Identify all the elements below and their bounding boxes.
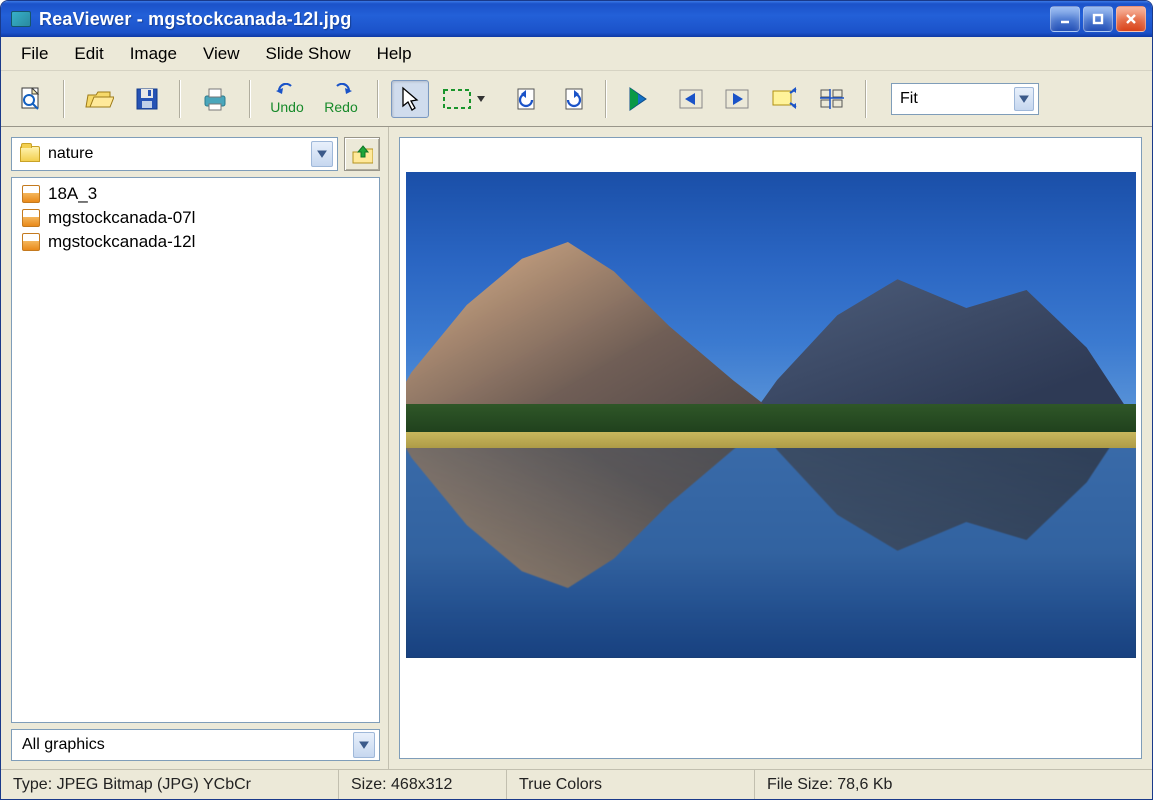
pointer-tool-button[interactable] bbox=[391, 80, 429, 118]
minimize-button[interactable] bbox=[1050, 6, 1080, 32]
undo-icon bbox=[275, 83, 299, 97]
fit-to-window-button[interactable] bbox=[763, 80, 805, 118]
list-item[interactable]: mgstockcanada-07l bbox=[16, 206, 375, 230]
chevron-down-icon bbox=[1019, 94, 1029, 104]
play-icon bbox=[627, 86, 649, 112]
folder-open-icon bbox=[84, 87, 114, 111]
floppy-icon bbox=[134, 86, 160, 112]
menu-edit[interactable]: Edit bbox=[62, 40, 115, 68]
cursor-icon bbox=[399, 86, 421, 112]
redo-icon bbox=[329, 83, 353, 97]
image-file-icon bbox=[22, 185, 40, 203]
menubar: File Edit Image View Slide Show Help bbox=[1, 37, 1152, 71]
displayed-image bbox=[406, 172, 1136, 658]
rotate-cw-icon bbox=[560, 86, 586, 112]
statusbar: Type: JPEG Bitmap (JPG) YCbCr Size: 468x… bbox=[1, 769, 1152, 799]
list-item[interactable]: mgstockcanada-12l bbox=[16, 230, 375, 254]
menu-view[interactable]: View bbox=[191, 40, 252, 68]
undo-label: Undo bbox=[270, 99, 303, 115]
image-viewer bbox=[389, 127, 1152, 769]
toolbar: Undo Redo bbox=[1, 71, 1152, 127]
chevron-down-icon bbox=[359, 740, 369, 750]
close-icon bbox=[1124, 12, 1138, 26]
window-title: ReaViewer - mgstockcanada-12l.jpg bbox=[39, 9, 1050, 30]
filter-combo[interactable]: All graphics bbox=[11, 729, 380, 761]
app-icon bbox=[11, 11, 31, 27]
folder-combo[interactable]: nature bbox=[11, 137, 338, 171]
arrow-right-icon bbox=[724, 88, 750, 110]
zoom-caret[interactable] bbox=[1014, 87, 1034, 111]
new-button[interactable] bbox=[11, 80, 51, 118]
minimize-icon bbox=[1058, 12, 1072, 26]
folder-caret[interactable] bbox=[311, 141, 333, 167]
filter-value: All graphics bbox=[22, 736, 105, 754]
file-list[interactable]: 18A_3 mgstockcanada-07l mgstockcanada-12… bbox=[11, 177, 380, 723]
menu-help[interactable]: Help bbox=[365, 40, 424, 68]
actual-size-button[interactable] bbox=[811, 80, 853, 118]
rotate-right-button[interactable] bbox=[553, 80, 593, 118]
folder-name: nature bbox=[48, 145, 93, 163]
image-file-icon bbox=[22, 209, 40, 227]
grid-icon bbox=[818, 87, 846, 111]
save-button[interactable] bbox=[127, 80, 167, 118]
marquee-icon bbox=[442, 88, 472, 110]
next-button[interactable] bbox=[717, 80, 757, 118]
main-area: nature 18A_3 bbox=[1, 127, 1152, 769]
maximize-icon bbox=[1091, 12, 1105, 26]
list-item[interactable]: 18A_3 bbox=[16, 182, 375, 206]
zoom-value: Fit bbox=[900, 90, 918, 108]
image-canvas[interactable] bbox=[399, 137, 1142, 759]
page-magnify-icon bbox=[18, 86, 44, 112]
close-button[interactable] bbox=[1116, 6, 1146, 32]
rotate-left-button[interactable] bbox=[507, 80, 547, 118]
menu-file[interactable]: File bbox=[9, 40, 60, 68]
status-type: Type: JPEG Bitmap (JPG) YCbCr bbox=[1, 770, 339, 799]
chevron-down-icon bbox=[476, 94, 486, 104]
folder-icon bbox=[20, 146, 40, 162]
arrow-left-icon bbox=[678, 88, 704, 110]
printer-icon bbox=[200, 86, 230, 112]
fit-screen-icon bbox=[770, 87, 798, 111]
rotate-ccw-icon bbox=[514, 86, 540, 112]
previous-button[interactable] bbox=[671, 80, 711, 118]
status-size: Size: 468x312 bbox=[339, 770, 507, 799]
folder-up-button[interactable] bbox=[344, 137, 380, 171]
open-button[interactable] bbox=[77, 80, 121, 118]
app-window: ReaViewer - mgstockcanada-12l.jpg File E… bbox=[0, 0, 1153, 800]
play-slideshow-button[interactable] bbox=[619, 80, 657, 118]
menu-image[interactable]: Image bbox=[118, 40, 189, 68]
redo-label: Redo bbox=[324, 99, 357, 115]
maximize-button[interactable] bbox=[1083, 6, 1113, 32]
filter-caret[interactable] bbox=[353, 732, 375, 758]
folder-up-icon bbox=[351, 143, 373, 165]
file-name: 18A_3 bbox=[48, 184, 97, 204]
menu-slideshow[interactable]: Slide Show bbox=[254, 40, 363, 68]
file-name: mgstockcanada-12l bbox=[48, 232, 195, 252]
status-filesize: File Size: 78,6 Kb bbox=[755, 770, 1152, 799]
status-colors: True Colors bbox=[507, 770, 755, 799]
chevron-down-icon bbox=[317, 149, 327, 159]
undo-button[interactable]: Undo bbox=[263, 80, 311, 118]
titlebar[interactable]: ReaViewer - mgstockcanada-12l.jpg bbox=[1, 1, 1152, 37]
print-button[interactable] bbox=[193, 80, 237, 118]
image-file-icon bbox=[22, 233, 40, 251]
sidebar: nature 18A_3 bbox=[1, 127, 389, 769]
zoom-combo[interactable]: Fit bbox=[891, 83, 1039, 115]
file-name: mgstockcanada-07l bbox=[48, 208, 195, 228]
redo-button[interactable]: Redo bbox=[317, 80, 365, 118]
selection-tool-button[interactable] bbox=[435, 80, 493, 118]
